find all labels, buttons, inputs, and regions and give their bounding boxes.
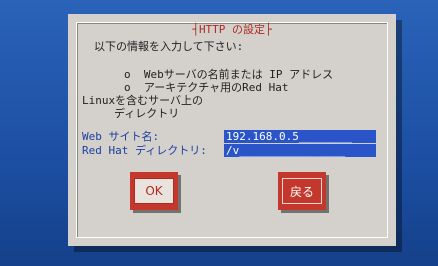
ok-button[interactable]: OK (130, 172, 178, 210)
dialog-title: ┤HTTP の設定├ (188, 23, 276, 36)
bullet-web-server: o Webサーバの名前または IP アドレス (124, 68, 334, 81)
http-settings-dialog: ┤HTTP の設定├ 以下の情報を入力して下さい: o Webサーバの名前または… (68, 14, 396, 246)
dialog-title-text: HTTP の設定 (198, 23, 266, 36)
web-site-label: Web サイト名: (82, 130, 160, 143)
back-button-label: 戻る (282, 178, 322, 204)
back-button[interactable]: 戻る (278, 172, 326, 210)
title-bar-right: ├ (265, 23, 272, 36)
bullet-redhat-dir: o アーキテクチャ用のRed Hat (124, 81, 289, 94)
web-site-input[interactable]: 192.168.0.5________ (224, 130, 376, 143)
instruction-text: 以下の情報を入力して下さい: (94, 40, 244, 53)
bullet-redhat-dir-cont2: ディレクトリ (114, 107, 180, 120)
redhat-dir-input[interactable]: /v________________ (224, 144, 376, 157)
title-bar-left: ┤ (192, 23, 199, 36)
redhat-dir-label: Red Hat ディレクトリ: (82, 144, 207, 157)
ok-button-label: OK (134, 178, 174, 204)
bullet-redhat-dir-cont1: Linuxを含むサーバ上の (82, 94, 204, 107)
